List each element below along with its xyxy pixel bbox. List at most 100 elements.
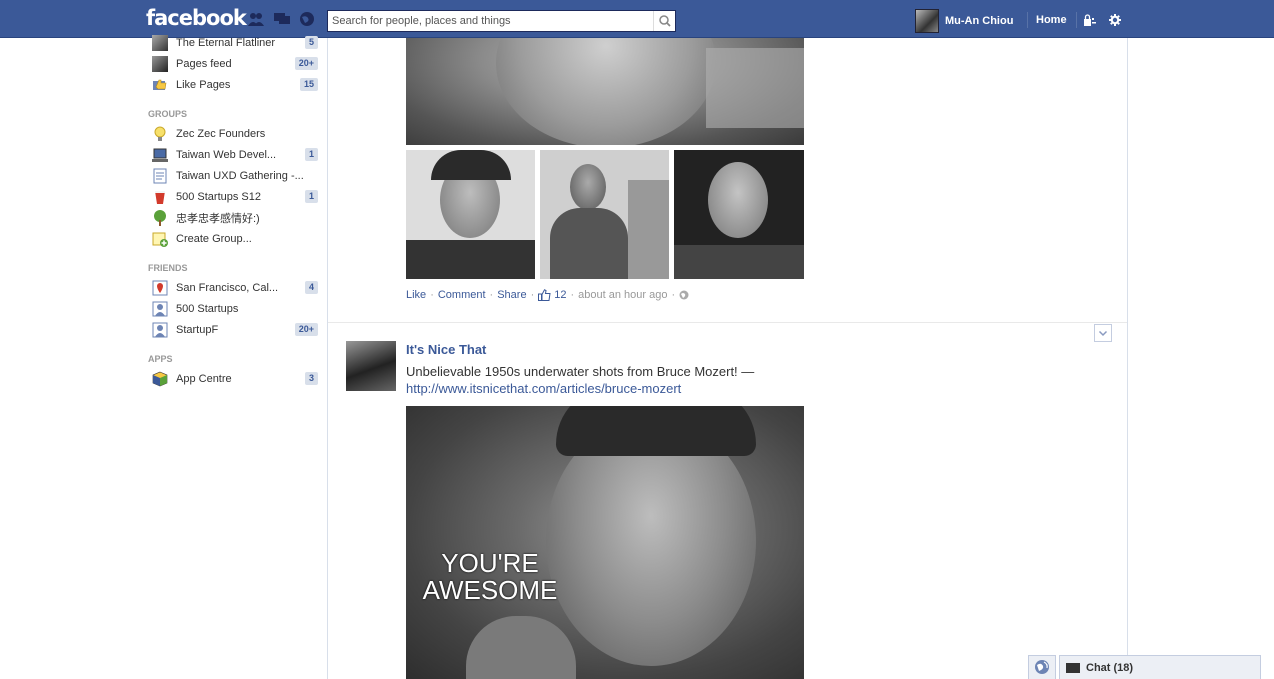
page-name-link[interactable]: It's Nice That — [406, 342, 486, 357]
tree-icon — [154, 209, 166, 226]
user-name: Mu-An Chiou — [945, 15, 1014, 27]
separator-dot: · — [489, 289, 494, 301]
page-thumbnail-icon — [152, 34, 168, 51]
story-main-photo[interactable] — [406, 38, 804, 145]
separator-dot: · — [671, 289, 676, 301]
public-globe-icon[interactable] — [679, 290, 689, 300]
sidebar-item-zec-zec-founders[interactable]: Zec Zec Founders — [148, 124, 320, 143]
photo-clothes — [406, 240, 535, 279]
chevron-down-icon — [1098, 330, 1108, 337]
sidebar-item-label: Zec Zec Founders — [176, 127, 266, 140]
profile-link[interactable]: Mu-An Chiou — [915, 9, 1013, 33]
sidebar-item-loyalty-group[interactable]: 忠孝忠孝感情好:) — [148, 208, 320, 227]
friend-requests-icon[interactable] — [248, 12, 264, 26]
page-profile-picture[interactable] — [346, 341, 396, 391]
chat-label: Chat (18) — [1086, 661, 1134, 674]
count-badge: 1 — [304, 190, 318, 203]
sidebar-item-label: 500 Startups S12 — [176, 190, 262, 203]
location-pin-icon — [152, 280, 168, 295]
search-input[interactable] — [328, 11, 654, 31]
document-icon — [153, 168, 167, 183]
photo-face — [570, 164, 606, 210]
sidebar-item-like-pages[interactable]: Like Pages 15 — [148, 75, 320, 94]
pages-feed-icon — [152, 55, 168, 72]
sidebar-item-label: StartupF — [176, 323, 219, 336]
nav-divider — [1027, 12, 1028, 28]
app-centre-icon — [152, 371, 168, 386]
friend-list-icon — [152, 322, 168, 337]
sidebar-item-500-startups[interactable]: 500 Startups — [148, 299, 320, 318]
content-divider — [327, 38, 328, 679]
create-group-icon — [152, 232, 168, 247]
separator-dot: · — [530, 289, 535, 301]
count-badge: 3 — [304, 372, 318, 385]
count-badge: 1 — [304, 148, 318, 161]
photo-background-graphic — [706, 48, 804, 128]
post-message: Unbelievable 1950s underwater shots from… — [406, 364, 755, 379]
photo-caption-text: YOU'RE AWESOME — [422, 548, 558, 605]
photo-face — [496, 38, 716, 145]
friends-heading: FRIENDS — [148, 263, 188, 273]
story-divider — [328, 322, 1127, 323]
groups-heading: GROUPS — [148, 109, 188, 119]
notifications-globe-icon[interactable] — [299, 12, 315, 26]
story-thumbnail-photo[interactable] — [674, 150, 804, 279]
like-link[interactable]: Like — [406, 289, 426, 301]
sidebar-item-label: Taiwan UXD Gathering -... — [176, 169, 304, 182]
sidebar-item-startupf[interactable]: StartupF 20+ — [148, 320, 320, 339]
red-cup-icon — [155, 190, 165, 204]
count-badge: 20+ — [294, 323, 318, 336]
search-button[interactable] — [653, 11, 675, 31]
sidebar-item-app-centre[interactable]: App Centre 3 — [148, 369, 320, 388]
sidebar-item-label: 忠孝忠孝感情好:) — [176, 212, 260, 225]
home-link[interactable]: Home — [1036, 14, 1067, 26]
sidebar-item-eternal-flatliner[interactable]: The Eternal Flatliner 5 — [148, 33, 320, 52]
privacy-shortcuts-icon[interactable] — [1084, 14, 1096, 26]
story-thumbnail-photo[interactable] — [540, 150, 669, 279]
story-actions: Like · Comment · Share · 12 · about an h… — [406, 289, 689, 301]
chat-icon — [1066, 662, 1080, 673]
sidebar-item-pages-feed[interactable]: Pages feed 20+ — [148, 54, 320, 73]
chat-bar[interactable]: Chat (18) — [1059, 655, 1261, 679]
right-column-divider — [1127, 38, 1128, 679]
story-options-button[interactable] — [1094, 324, 1112, 342]
sidebar-item-label: Like Pages — [176, 78, 231, 91]
laptop-icon — [152, 148, 168, 162]
apps-heading: APPS — [148, 354, 173, 364]
photo-pointing-hand — [466, 616, 576, 679]
photo-clothes — [674, 245, 804, 279]
post-photo[interactable]: YOU'RE AWESOME — [406, 406, 804, 679]
friend-list-icon — [152, 301, 168, 316]
sidebar-item-label: Pages feed — [176, 57, 232, 70]
sidebar-item-san-francisco[interactable]: San Francisco, Cal... 4 — [148, 278, 320, 297]
search-icon — [659, 15, 671, 27]
thumbs-up-icon[interactable] — [538, 289, 551, 301]
settings-gear-icon[interactable] — [1109, 14, 1121, 26]
separator-dot: · — [430, 289, 434, 301]
story-thumbnail-photo[interactable] — [406, 150, 535, 279]
count-badge: 20+ — [294, 57, 318, 70]
story-timestamp[interactable]: about an hour ago — [578, 289, 667, 301]
likes-count[interactable]: 12 — [554, 289, 566, 301]
photo-face — [708, 162, 768, 238]
photo-clothes — [550, 208, 628, 279]
sidebar-item-taiwan-web-devel[interactable]: Taiwan Web Devel... 1 — [148, 145, 320, 164]
sidebar-item-label: App Centre — [176, 372, 232, 385]
sidebar-item-label: San Francisco, Cal... — [176, 281, 279, 294]
sidebar-item-create-group[interactable]: Create Group... — [148, 229, 320, 248]
count-badge: 4 — [304, 281, 318, 294]
sidebar-item-label: The Eternal Flatliner — [176, 36, 276, 49]
sidebar-item-taiwan-uxd-gathering[interactable]: Taiwan UXD Gathering -... — [148, 166, 320, 185]
chat-options-button[interactable] — [1028, 655, 1056, 679]
globe-icon — [1035, 660, 1049, 674]
sidebar-item-label: Taiwan Web Devel... — [176, 148, 277, 161]
sidebar-item-500-startups-s12[interactable]: 500 Startups S12 1 — [148, 187, 320, 206]
share-link[interactable]: Share — [497, 289, 526, 301]
photo-background-graphic — [628, 180, 669, 279]
messages-icon[interactable] — [274, 12, 290, 26]
post-url-link[interactable]: http://www.itsnicethat.com/articles/bruc… — [406, 381, 681, 396]
like-pages-icon — [153, 79, 167, 90]
facebook-logo[interactable]: facebook — [146, 6, 247, 30]
separator-dot: · — [570, 289, 575, 301]
comment-link[interactable]: Comment — [438, 289, 486, 301]
